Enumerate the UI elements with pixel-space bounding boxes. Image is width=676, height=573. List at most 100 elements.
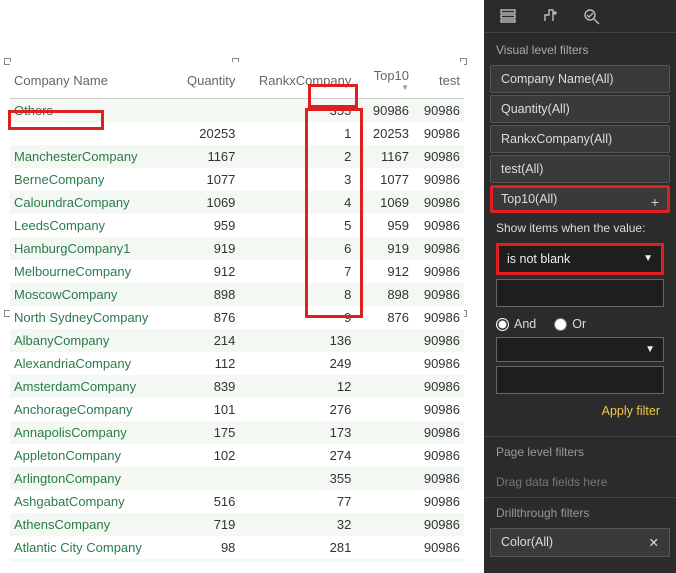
cell-company: AlbanyCompany xyxy=(10,329,174,352)
show-items-label: Show items when the value: xyxy=(496,221,664,237)
table-row[interactable]: AmsterdamCompany8391290986 xyxy=(10,375,464,398)
cell-test: 90986 xyxy=(413,513,464,536)
table-row[interactable]: AttleboroCompany13721390986 xyxy=(10,559,464,562)
apply-filter-button[interactable]: Apply filter xyxy=(496,394,664,432)
table-row[interactable]: CaloundraCompany10694106990986 xyxy=(10,191,464,214)
table-row[interactable]: AnnapolisCompany17517390986 xyxy=(10,421,464,444)
cell-rankx: 136 xyxy=(239,329,355,352)
table-row[interactable]: HamburgCompany1919691990986 xyxy=(10,237,464,260)
cell-qty: 1077 xyxy=(174,168,239,191)
cell-test: 90986 xyxy=(413,168,464,191)
cell-company: CaloundraCompany xyxy=(10,191,174,214)
table-row[interactable]: MelbourneCompany912791290986 xyxy=(10,260,464,283)
visualizations-pane: Visual level filters Company Name(All) Q… xyxy=(484,0,676,573)
cell-qty: 20253 xyxy=(174,122,239,145)
condition2-value-input[interactable] xyxy=(496,366,664,394)
cell-rankx: 9 xyxy=(239,306,355,329)
cell-rankx: 4 xyxy=(239,191,355,214)
and-radio[interactable]: And xyxy=(496,317,536,331)
cell-company: AppletonCompany xyxy=(10,444,174,467)
cell-top10: 1077 xyxy=(355,168,413,191)
filter-card-test[interactable]: test(All) xyxy=(490,155,670,183)
cell-top10 xyxy=(355,421,413,444)
cell-qty: 102 xyxy=(174,444,239,467)
cell-qty: 719 xyxy=(174,513,239,536)
cell-test: 90986 xyxy=(413,329,464,352)
cell-test: 90986 xyxy=(413,559,464,562)
cell-test: 90986 xyxy=(413,237,464,260)
report-canvas[interactable]: ⛶ ⋯ Company Name Quantity RankxCompany T… xyxy=(0,0,484,573)
table-row[interactable]: Others3559098690986 xyxy=(10,99,464,123)
cell-company: HamburgCompany1 xyxy=(10,237,174,260)
analytics-tab-icon[interactable] xyxy=(582,6,602,26)
cell-top10 xyxy=(355,559,413,562)
cell-test: 90986 xyxy=(413,352,464,375)
cell-qty xyxy=(174,467,239,490)
format-tab-icon[interactable] xyxy=(540,6,560,26)
table-row[interactable]: 2025312025390986 xyxy=(10,122,464,145)
cell-test: 90986 xyxy=(413,191,464,214)
cell-rankx: 276 xyxy=(239,398,355,421)
col-header-test[interactable]: test xyxy=(413,62,464,99)
cell-rankx: 281 xyxy=(239,536,355,559)
cell-test: 90986 xyxy=(413,214,464,237)
cell-top10 xyxy=(355,398,413,421)
cell-company: AshgabatCompany xyxy=(10,490,174,513)
col-header-top10[interactable]: Top10▼ xyxy=(355,62,413,99)
cell-company: ArlingtonCompany xyxy=(10,467,174,490)
fields-tab-icon[interactable] xyxy=(498,6,518,26)
cell-qty: 1167 xyxy=(174,145,239,168)
expand-icon[interactable]: + xyxy=(651,194,659,210)
table-row[interactable]: North SydneyCompany876987690986 xyxy=(10,306,464,329)
table-row[interactable]: AthensCompany7193290986 xyxy=(10,513,464,536)
filter-card-rankx[interactable]: RankxCompany(All) xyxy=(490,125,670,153)
cell-qty xyxy=(174,99,239,123)
cell-qty: 876 xyxy=(174,306,239,329)
filter-card-color[interactable]: Color(All)✕ xyxy=(490,528,670,557)
cell-rankx: 355 xyxy=(239,99,355,123)
cell-top10: 20253 xyxy=(355,122,413,145)
table-row[interactable]: AlexandriaCompany11224990986 xyxy=(10,352,464,375)
cell-top10 xyxy=(355,467,413,490)
cell-qty: 175 xyxy=(174,421,239,444)
table-visual[interactable]: Company Name Quantity RankxCompany Top10… xyxy=(10,62,464,562)
cell-qty: 898 xyxy=(174,283,239,306)
col-header-company[interactable]: Company Name xyxy=(10,62,174,99)
filter-card-top10[interactable]: Top10(All)+ xyxy=(490,185,670,213)
filter-card-quantity[interactable]: Quantity(All) xyxy=(490,95,670,123)
cell-company: BerneCompany xyxy=(10,168,174,191)
table-row[interactable]: LeedsCompany959595990986 xyxy=(10,214,464,237)
cell-qty: 101 xyxy=(174,398,239,421)
cell-qty: 959 xyxy=(174,214,239,237)
chevron-down-icon: ▼ xyxy=(645,344,655,355)
condition-dropdown[interactable]: is not blank▼ xyxy=(496,243,664,275)
visual-filters-heading: Visual level filters xyxy=(484,33,676,65)
table-row[interactable]: AppletonCompany10227490986 xyxy=(10,444,464,467)
cell-test: 90986 xyxy=(413,99,464,123)
table-row[interactable]: AnchorageCompany10127690986 xyxy=(10,398,464,421)
table-row[interactable]: BerneCompany10773107790986 xyxy=(10,168,464,191)
table-row[interactable]: AshgabatCompany5167790986 xyxy=(10,490,464,513)
cell-company: North SydneyCompany xyxy=(10,306,174,329)
cell-rankx: 77 xyxy=(239,490,355,513)
cell-company: AnnapolisCompany xyxy=(10,421,174,444)
condition-value-input[interactable] xyxy=(496,279,664,307)
table-row[interactable]: MoscowCompany898889890986 xyxy=(10,283,464,306)
cell-top10 xyxy=(355,490,413,513)
cell-top10 xyxy=(355,352,413,375)
col-header-quantity[interactable]: Quantity xyxy=(174,62,239,99)
cell-qty: 137 xyxy=(174,559,239,562)
condition2-dropdown[interactable]: ▼ xyxy=(496,337,664,362)
cell-test: 90986 xyxy=(413,145,464,168)
cell-rankx: 3 xyxy=(239,168,355,191)
cell-company: MoscowCompany xyxy=(10,283,174,306)
table-row[interactable]: ManchesterCompany11672116790986 xyxy=(10,145,464,168)
table-row[interactable]: AlbanyCompany21413690986 xyxy=(10,329,464,352)
table-row[interactable]: ArlingtonCompany35590986 xyxy=(10,467,464,490)
cell-rankx: 173 xyxy=(239,421,355,444)
close-icon[interactable]: ✕ xyxy=(649,535,659,550)
table-row[interactable]: Atlantic City Company9828190986 xyxy=(10,536,464,559)
filter-card-company[interactable]: Company Name(All) xyxy=(490,65,670,93)
col-header-rankx[interactable]: RankxCompany xyxy=(239,62,355,99)
or-radio[interactable]: Or xyxy=(554,317,586,331)
